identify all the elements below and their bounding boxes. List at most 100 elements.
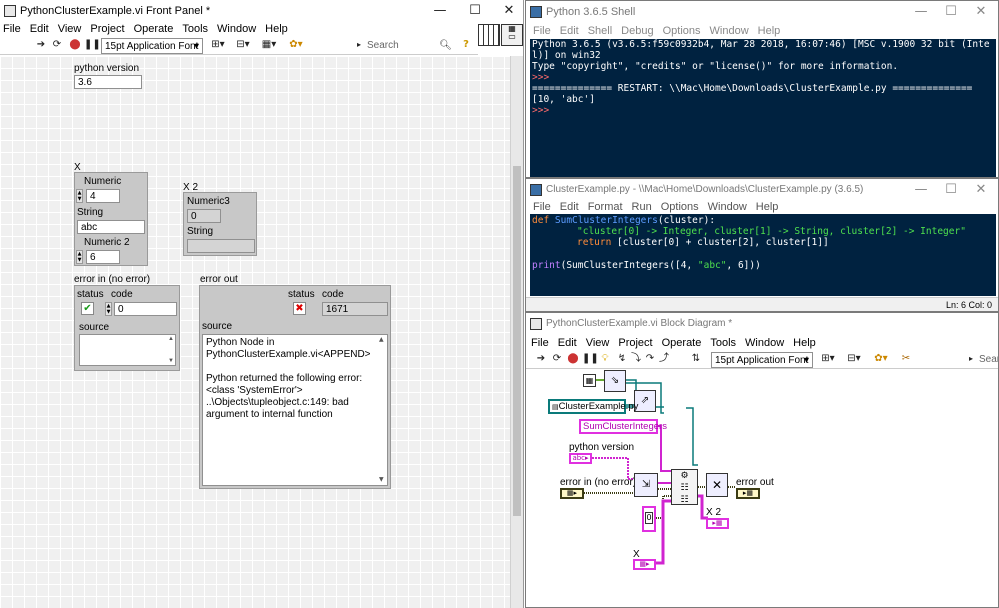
error-in-code-field[interactable]: 0: [114, 302, 177, 316]
python-icon: [530, 6, 542, 18]
error-in-terminal[interactable]: ▦▸: [560, 488, 584, 499]
connector-pane-icon[interactable]: [478, 24, 500, 46]
shell-prompt: >>>: [532, 105, 555, 116]
numeric3-label: Numeric3: [187, 196, 230, 207]
scroll-down-icon[interactable]: ▼: [379, 476, 384, 483]
menu-window[interactable]: Window: [708, 201, 747, 213]
string-field[interactable]: abc: [77, 220, 145, 234]
menu-debug[interactable]: Debug: [621, 25, 653, 37]
x-control-terminal[interactable]: ▦▸: [633, 559, 656, 570]
vi-icon-large[interactable]: ▦ ▭: [501, 24, 523, 46]
numeric-constant-cluster[interactable]: 0: [642, 506, 656, 532]
numeric3-indicator: 0: [187, 209, 221, 223]
error-in-source-field[interactable]: ▲ ▼: [79, 334, 176, 366]
editor-window: ClusterExample.py - \\Mac\Home\Downloads…: [525, 178, 999, 312]
error-in-status-label: status: [77, 289, 104, 300]
menu-edit[interactable]: Edit: [30, 23, 49, 35]
editor-text[interactable]: def SumClusterIntegers(cluster): "cluste…: [530, 214, 996, 296]
error-in-cluster: status code ✔ ▲ ▼ 0 source ▲ ▼: [74, 285, 180, 371]
code-line-print: print(SumClusterIntegers([4, "abc", 6])): [532, 260, 761, 271]
search-icon: 🔍︎: [439, 40, 452, 51]
menu-window[interactable]: Window: [710, 25, 749, 37]
maximize-button[interactable]: ☐: [936, 179, 966, 201]
maximize-button[interactable]: ☐: [936, 1, 966, 23]
numeric-2-spinner[interactable]: ▲ ▼: [76, 250, 83, 264]
menu-help[interactable]: Help: [758, 25, 781, 37]
close-button[interactable]: ✕: [494, 0, 523, 22]
menu-help[interactable]: Help: [756, 201, 779, 213]
python-node[interactable]: ⚙ ☷ ☷: [671, 469, 698, 505]
error-out-cluster: status code ✖ 1671 source Python Node in…: [199, 285, 391, 489]
status-ok-check-icon[interactable]: ✔: [81, 302, 94, 315]
window-title: Python 3.6.5 Shell: [546, 6, 636, 18]
font-selector[interactable]: 15pt Application Font ▾: [101, 38, 203, 54]
minimize-button[interactable]: —: [425, 0, 455, 22]
python-version-terminal[interactable]: abc▸: [569, 453, 592, 464]
search-scope-icon[interactable]: ▸: [355, 37, 363, 55]
error-out-terminal[interactable]: ▸▦: [736, 488, 760, 499]
window-title: PythonClusterExample.vi Front Panel *: [20, 5, 211, 17]
vi-reference-constant[interactable]: ▦: [583, 374, 596, 387]
shell-output[interactable]: Python 3.6.5 (v3.6.5:f59c0932b4, Mar 28 …: [530, 39, 996, 177]
close-session-node[interactable]: ✕: [706, 473, 728, 497]
help-icon[interactable]: ?: [460, 37, 472, 55]
menu-options[interactable]: Options: [663, 25, 701, 37]
align-objects-icon[interactable]: ⊞▾: [207, 37, 229, 55]
scroll-up-icon[interactable]: ▲: [379, 336, 384, 343]
resize-objects-icon[interactable]: ▦▾: [258, 37, 280, 55]
menu-help[interactable]: Help: [265, 23, 288, 35]
error-out-status-label: status: [288, 289, 315, 300]
error-in-code-label: code: [111, 289, 133, 300]
error-out-label: error out: [200, 274, 238, 285]
close-button[interactable]: ✕: [966, 179, 996, 201]
code-line-def: def SumClusterIntegers(cluster):: [532, 215, 716, 226]
numeric-label: Numeric: [84, 176, 122, 187]
numeric-2-field[interactable]: 6: [86, 250, 120, 264]
numeric-spinner[interactable]: ▲ ▼: [76, 189, 83, 203]
window-title: ClusterExample.py - \\Mac\Home\Downloads…: [546, 184, 864, 195]
menu-shell[interactable]: Shell: [588, 25, 612, 37]
numeric-zero-constant[interactable]: 0: [645, 512, 653, 524]
shell-result: [10, 'abc']: [532, 94, 595, 105]
menu-edit[interactable]: Edit: [560, 25, 579, 37]
distribute-objects-icon[interactable]: ⊟▾: [232, 37, 254, 55]
x-cluster: Numeric ▲ ▼ 4 String abc Numeric 2 ▲ ▼ 6: [74, 172, 148, 266]
function-name-constant[interactable]: SumClusterIntegers: [579, 419, 667, 434]
block-diagram-window: PythonClusterExample.vi Block Diagram * …: [525, 312, 999, 608]
x2-indicator-terminal[interactable]: ▸▦: [706, 518, 729, 529]
editor-statusbar: Ln: 6 Col: 0: [526, 297, 998, 311]
python-version-label: python version: [74, 63, 140, 74]
menu-file[interactable]: File: [533, 201, 551, 213]
menu-operate[interactable]: Operate: [134, 23, 174, 35]
menu-view[interactable]: View: [58, 23, 82, 35]
menu-options[interactable]: Options: [661, 201, 699, 213]
minimize-button[interactable]: —: [906, 1, 936, 23]
run-arrow-icon[interactable]: ➔: [34, 37, 48, 55]
menu-run[interactable]: Run: [632, 201, 652, 213]
fp-menubar: File Edit View Project Operate Tools Window Hel…: [0, 21, 523, 37]
reorder-icon[interactable]: ✿▾: [285, 37, 307, 55]
menu-window[interactable]: Window: [217, 23, 256, 35]
search-input[interactable]: Search 🔍︎: [364, 38, 454, 54]
menu-format[interactable]: Format: [588, 201, 623, 213]
menu-file[interactable]: File: [3, 23, 21, 35]
menu-project[interactable]: Project: [90, 23, 124, 35]
abort-icon[interactable]: ⬤: [68, 37, 82, 55]
minimize-button[interactable]: —: [906, 179, 936, 201]
close-button[interactable]: ✕: [966, 1, 996, 23]
error-in-code-spinner[interactable]: ▲ ▼: [105, 302, 112, 316]
fp-vscrollbar[interactable]: [510, 56, 523, 608]
pause-icon[interactable]: ❚❚: [84, 37, 101, 55]
python-file-icon: [530, 184, 542, 196]
menu-tools[interactable]: Tools: [182, 23, 208, 35]
path-constant[interactable]: ▤ClusterExample.py: [548, 399, 638, 414]
vi-icon: [4, 5, 16, 17]
maximize-button[interactable]: ☐: [460, 0, 490, 22]
python-version-field[interactable]: 3.6: [74, 75, 142, 89]
numeric-field[interactable]: 4: [86, 189, 120, 203]
open-session-node[interactable]: ⇲: [634, 473, 658, 497]
menu-edit[interactable]: Edit: [560, 201, 579, 213]
menu-file[interactable]: File: [533, 25, 551, 37]
run-continuous-icon[interactable]: ⟳: [50, 37, 64, 55]
open-python-session-node[interactable]: ⇘: [604, 370, 626, 392]
